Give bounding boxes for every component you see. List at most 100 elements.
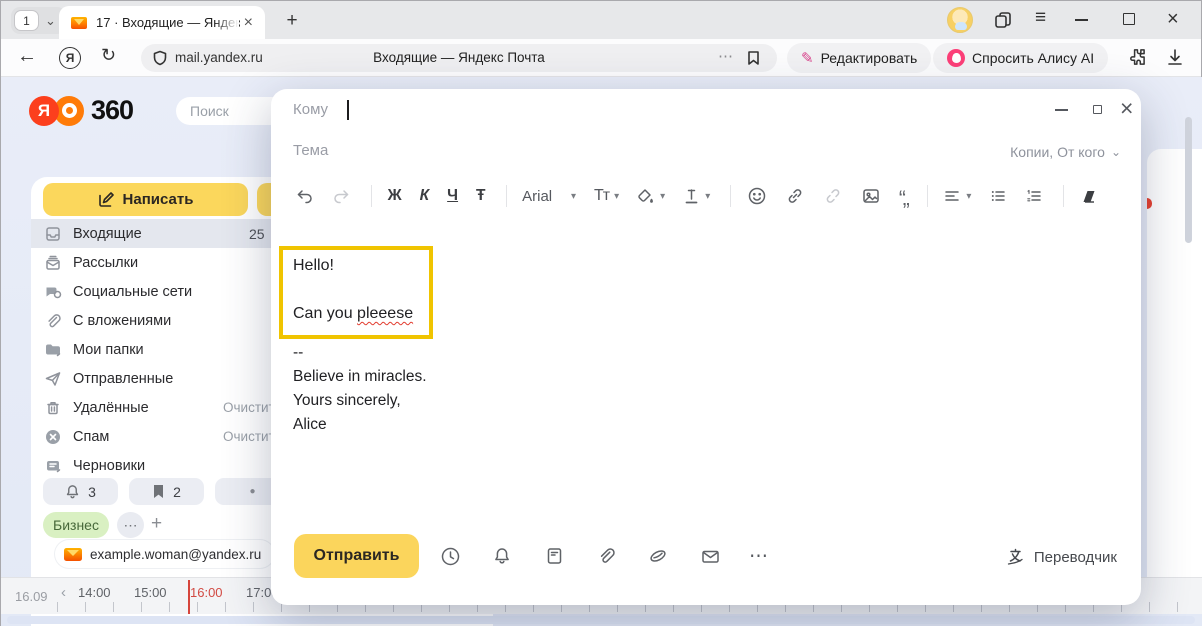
folder-count: 25 xyxy=(249,226,265,242)
window-maximize-button[interactable] xyxy=(1123,13,1135,25)
new-tab-button[interactable]: + xyxy=(279,8,305,34)
back-button[interactable]: ← xyxy=(17,45,37,68)
send-button[interactable]: Отправить xyxy=(294,534,419,578)
drafts-icon xyxy=(44,457,62,475)
extensions-icon[interactable] xyxy=(1127,47,1148,73)
align-button[interactable]: ▾ xyxy=(943,187,971,205)
body-request: Can you pleeese xyxy=(293,305,413,323)
compose-button[interactable]: Написать xyxy=(43,183,248,216)
link-button[interactable] xyxy=(785,186,805,206)
bookmark-icon[interactable] xyxy=(746,50,761,71)
redo-button[interactable] xyxy=(332,187,351,206)
compose-minimize-button[interactable] xyxy=(1055,109,1068,111)
message-list-edge xyxy=(1147,149,1202,577)
signature-line: Yours sincerely, xyxy=(293,392,401,410)
timeline-prev-icon[interactable]: ‹ xyxy=(61,584,66,601)
chevron-down-icon[interactable]: ⌄ xyxy=(41,14,60,27)
toolbar-divider xyxy=(371,185,372,207)
account-chip[interactable]: example.woman@yandex.ru xyxy=(55,540,274,568)
translator-label: Переводчик xyxy=(1034,549,1117,566)
tag-add-button[interactable]: + xyxy=(151,513,162,535)
inbox-icon xyxy=(44,225,62,243)
seal-signature-icon[interactable] xyxy=(647,545,669,567)
notifications-pill[interactable]: 3 xyxy=(43,478,118,505)
text-cursor xyxy=(347,100,349,120)
unlink-button[interactable] xyxy=(823,186,843,206)
translator-button[interactable]: Переводчик xyxy=(1005,547,1117,567)
bookmarks-pill[interactable]: 2 xyxy=(129,478,204,505)
more-options-icon[interactable]: ⋯ xyxy=(749,545,770,568)
page-scrollbar[interactable] xyxy=(1185,117,1192,243)
360-logo-text: 360 xyxy=(91,95,133,126)
window-minimize-button[interactable] xyxy=(1075,19,1088,21)
format-toolbar: Ж К Ч Ŧ Arial▾ Tт▾ ▾ ▾ “„ ▾ xyxy=(295,179,1117,213)
paper-plane-icon xyxy=(44,370,62,388)
undo-button[interactable] xyxy=(295,187,314,206)
attach-file-icon[interactable] xyxy=(595,545,617,567)
compose-close-button[interactable]: × xyxy=(1120,95,1133,122)
insert-image-button[interactable] xyxy=(861,186,881,206)
italic-button[interactable]: К xyxy=(420,187,430,205)
underline-button[interactable]: Ч xyxy=(447,187,458,205)
mail-app: Я 360 Поиск Написать Входящие 25 Рассылк… xyxy=(1,77,1202,626)
address-bar[interactable]: mail.yandex.ru Входящие — Яндекс Почта ⋯ xyxy=(141,44,777,72)
cc-from-toggle[interactable]: Копии, От кого ⌄ xyxy=(1010,144,1121,160)
body-greeting: Hello! xyxy=(293,257,334,275)
timeline-date: 16.09 xyxy=(15,589,48,604)
strikethrough-button[interactable]: Ŧ xyxy=(476,187,485,205)
reminder-bell-icon[interactable] xyxy=(491,545,513,567)
folder-label: Удалённые xyxy=(73,400,149,416)
browser-tab[interactable]: 17 · Входящие — Яндек × xyxy=(59,6,265,39)
menu-icon[interactable]: ≡ xyxy=(1035,7,1046,29)
folder-label: Входящие xyxy=(73,226,142,242)
bold-button[interactable]: Ж xyxy=(388,187,402,205)
folder-label: Рассылки xyxy=(73,255,138,271)
tab-panels-icon[interactable] xyxy=(993,10,1013,35)
ask-alice-button[interactable]: Спросить Алису AI xyxy=(933,43,1108,73)
compose-maximize-button[interactable] xyxy=(1093,105,1102,114)
emoji-button[interactable] xyxy=(747,186,767,206)
downloads-icon[interactable] xyxy=(1165,47,1185,72)
to-field[interactable] xyxy=(371,95,1021,125)
clear-formatting-button[interactable] xyxy=(1080,187,1099,206)
timeline-time: 14:00 xyxy=(78,585,111,600)
envelope-icon[interactable] xyxy=(699,545,721,567)
folder-icon xyxy=(44,341,62,359)
highlight-color-button[interactable]: ▾ xyxy=(636,187,665,206)
font-family-select[interactable]: Arial▾ xyxy=(522,188,576,205)
edit-page-button[interactable]: ✎ Редактировать xyxy=(787,43,931,73)
window-close-button[interactable]: × xyxy=(1167,7,1179,31)
compose-button-label: Написать xyxy=(123,191,194,208)
url-more-icon[interactable]: ⋯ xyxy=(718,47,733,65)
yandex-360-logo[interactable]: Я 360 xyxy=(29,95,133,126)
template-icon[interactable] xyxy=(543,545,565,567)
text-color-button[interactable]: ▾ xyxy=(683,187,710,206)
tag-more-button[interactable]: ⋯ xyxy=(117,512,144,538)
horizontal-scrollbar[interactable] xyxy=(7,616,1195,624)
signature-line: Alice xyxy=(293,416,327,434)
tab-counter[interactable]: 1 ⌄ xyxy=(11,7,66,34)
compose-window: Кому × Тема Копии, От кого ⌄ Ж К Ч Ŧ A xyxy=(271,89,1141,605)
numbered-list-button[interactable] xyxy=(1025,187,1043,205)
font-size-select[interactable]: Tт▾ xyxy=(594,187,618,205)
yandex-home-button[interactable]: Я xyxy=(59,47,81,69)
tag-business[interactable]: Бизнес xyxy=(43,512,109,538)
dropdown-icon: ▾ xyxy=(966,191,971,202)
spam-icon xyxy=(44,428,62,446)
tab-close-icon[interactable]: × xyxy=(240,13,257,33)
message-body[interactable]: Hello! Can you pleeese -- Believe in mir… xyxy=(271,229,1141,525)
dropdown-icon: ▾ xyxy=(705,191,710,202)
dropdown-icon: ▾ xyxy=(571,191,576,202)
profile-avatar[interactable] xyxy=(947,7,973,33)
font-size-value: Tт xyxy=(594,187,609,205)
bookmarks-count: 2 xyxy=(173,484,181,500)
subject-field[interactable] xyxy=(371,137,941,163)
bullet-list-button[interactable] xyxy=(989,187,1007,205)
edit-page-label: Редактировать xyxy=(821,50,918,66)
subject-field-label: Тема xyxy=(293,142,328,159)
cc-from-label: Копии, От кого xyxy=(1010,144,1105,160)
toolbar-divider xyxy=(1063,185,1064,207)
schedule-send-icon[interactable] xyxy=(439,545,461,567)
quote-button[interactable]: “„ xyxy=(899,193,907,206)
refresh-button[interactable]: ↻ xyxy=(101,45,116,66)
